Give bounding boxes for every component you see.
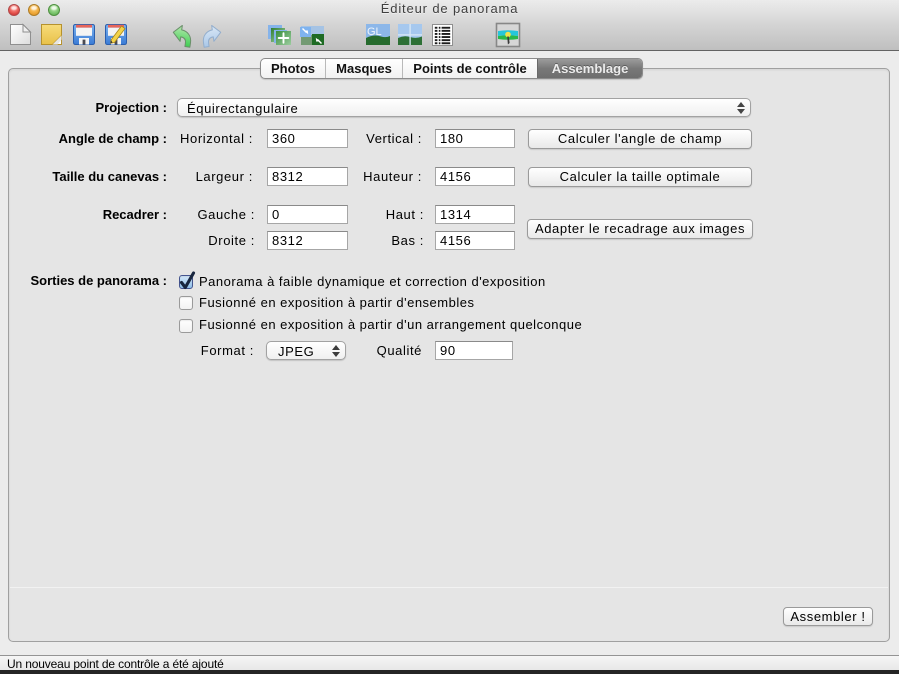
svg-text:GL: GL [367, 26, 382, 38]
